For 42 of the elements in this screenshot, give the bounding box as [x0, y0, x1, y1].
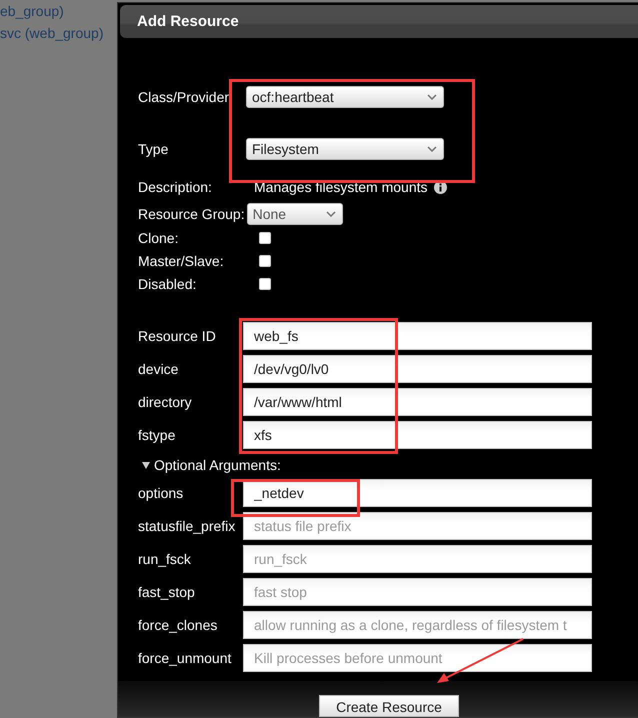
field-label: fstype: [138, 427, 176, 443]
field-label: Disabled:: [138, 276, 198, 292]
field-label: run_fsck: [138, 551, 192, 567]
field-label: device: [138, 361, 180, 377]
caret-icon: [427, 146, 437, 152]
info-icon[interactable]: [434, 180, 447, 194]
input-field[interactable]: web_fs: [243, 322, 592, 350]
field-label: Class/Provider: [138, 89, 230, 105]
field-label: Resource Group:: [138, 206, 245, 222]
input-field[interactable]: fast stop: [243, 578, 592, 606]
field-label: force_clones: [138, 617, 218, 633]
field-label: Clone:: [138, 230, 180, 246]
input-field[interactable]: status file prefix: [243, 512, 592, 540]
input-field[interactable]: xfs: [243, 421, 592, 449]
input-field[interactable]: _netdev: [243, 479, 592, 507]
dropdown[interactable]: ocf:heartbeat: [246, 86, 444, 108]
checkbox[interactable]: [259, 232, 271, 244]
field-label: statusfile_prefix: [138, 518, 236, 534]
caret-icon: [326, 211, 336, 217]
field-label: Type: [138, 141, 170, 157]
expand-triangle-icon[interactable]: [142, 462, 150, 468]
input-field[interactable]: /dev/vg0/lv0: [243, 355, 592, 383]
field-label: fast_stop: [138, 584, 196, 600]
field-label: options: [138, 485, 184, 501]
description-text: Manages filesystem mounts: [254, 179, 428, 195]
input-field[interactable]: allow running as a clone, regardless of filesystem t: [243, 611, 592, 639]
field-label: directory: [138, 394, 193, 410]
field-label: force_unmount: [138, 650, 232, 666]
input-field[interactable]: run_fsck: [243, 545, 592, 573]
dropdown[interactable]: Filesystem: [246, 138, 444, 160]
checkbox[interactable]: [259, 255, 271, 267]
section-toggle[interactable]: Optional Arguments:: [154, 457, 281, 473]
field-label: Resource ID: [138, 328, 217, 344]
field-label: Master/Slave:: [138, 253, 225, 269]
dropdown[interactable]: None: [246, 203, 343, 225]
caret-icon: [427, 94, 437, 100]
input-field[interactable]: Kill processes before unmount: [243, 644, 592, 672]
input-field[interactable]: /var/www/html: [243, 388, 592, 416]
create-resource-button[interactable]: Create Resource: [319, 695, 459, 717]
dialog-title: Add Resource: [120, 5, 638, 38]
field-label: Description:: [138, 179, 213, 195]
checkbox[interactable]: [259, 278, 271, 290]
